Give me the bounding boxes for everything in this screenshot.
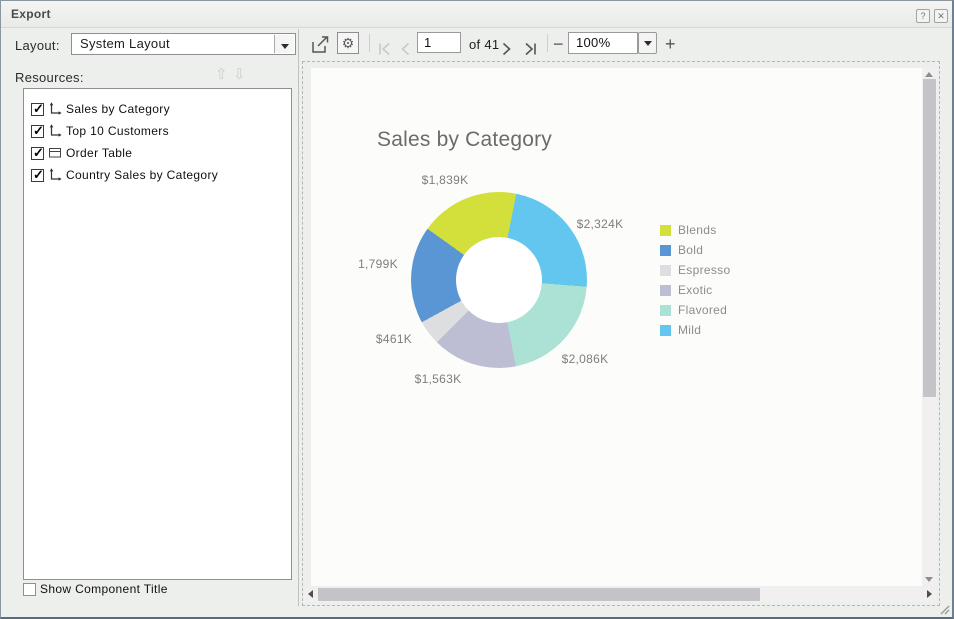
next-page-button[interactable] xyxy=(501,36,513,62)
scroll-left-icon[interactable] xyxy=(308,590,313,598)
title-bar: Export ? ✕ xyxy=(1,1,952,28)
list-item-country-sales-by-category[interactable]: Country Sales by Category xyxy=(24,164,291,186)
legend-label: Bold xyxy=(678,243,703,257)
move-down-icon[interactable]: ⇩ xyxy=(233,65,246,83)
legend-swatch xyxy=(660,285,671,296)
settings-button[interactable]: ⚙ xyxy=(337,32,359,54)
report-page: Sales by Category $1,839K 1,799K $461K $… xyxy=(311,68,922,586)
last-page-icon xyxy=(523,42,538,56)
chevron-left-icon xyxy=(399,42,411,56)
chart-axes-icon xyxy=(48,124,62,138)
resources-label: Resources: xyxy=(15,70,84,85)
legend-item-flavored: Flavored xyxy=(660,300,730,320)
show-component-title-row[interactable]: Show Component Title xyxy=(23,582,168,596)
legend-label: Exotic xyxy=(678,283,712,297)
legend-swatch xyxy=(660,225,671,236)
move-up-icon[interactable]: ⇧ xyxy=(215,65,228,83)
page-count-label: of 41 xyxy=(469,37,499,52)
previous-page-button[interactable] xyxy=(399,36,411,62)
zoom-in-button[interactable]: + xyxy=(665,31,676,57)
legend-item-blends: Blends xyxy=(660,220,730,240)
resize-grip-icon[interactable] xyxy=(939,604,950,615)
slice-label-bold: 1,799K xyxy=(358,257,398,271)
chevron-down-icon xyxy=(281,44,289,49)
vertical-scrollbar-thumb[interactable] xyxy=(923,79,936,397)
legend-item-espresso: Espresso xyxy=(660,260,730,280)
chevron-right-icon xyxy=(501,42,513,56)
slice-label-exotic: $1,563K xyxy=(415,372,462,386)
legend-swatch xyxy=(660,325,671,336)
donut-chart xyxy=(411,192,587,368)
chart-axes-icon xyxy=(48,168,62,182)
slice-label-espresso: $461K xyxy=(376,332,412,346)
checkbox[interactable] xyxy=(31,103,44,116)
chart-axes-icon xyxy=(48,102,62,116)
export-icon xyxy=(309,34,333,56)
preview-toolbar: ⚙ of 41 − xyxy=(302,29,944,59)
panel-divider xyxy=(298,29,299,606)
slice-label-flavored: $2,086K xyxy=(562,352,609,366)
legend-swatch xyxy=(660,265,671,276)
layout-dropdown-button[interactable] xyxy=(274,35,294,53)
zoom-level-value: 100% xyxy=(576,35,610,50)
checkbox[interactable] xyxy=(31,147,44,160)
slice-label-blends: $1,839K xyxy=(422,173,469,187)
layout-label: Layout: xyxy=(15,38,60,53)
legend-label: Flavored xyxy=(678,303,727,317)
last-page-button[interactable] xyxy=(523,36,538,62)
list-item-order-table[interactable]: Order Table xyxy=(24,142,291,164)
scroll-right-icon[interactable] xyxy=(927,590,932,598)
page-number-input[interactable] xyxy=(417,32,461,53)
preview-pane: Sales by Category $1,839K 1,799K $461K $… xyxy=(302,61,940,606)
dialog-title: Export xyxy=(11,7,51,21)
legend-swatch xyxy=(660,245,671,256)
list-item-top-10-customers[interactable]: Top 10 Customers xyxy=(24,120,291,142)
zoom-level-field[interactable]: 100% xyxy=(568,32,638,54)
export-button[interactable] xyxy=(309,32,333,58)
scroll-up-icon[interactable] xyxy=(925,72,933,77)
slice-label-mild: $2,324K xyxy=(577,217,624,231)
first-page-button[interactable] xyxy=(377,36,392,62)
close-button[interactable]: ✕ xyxy=(934,9,948,23)
legend-label: Blends xyxy=(678,223,717,237)
chart-legend: Blends Bold Espresso Exotic Flavored xyxy=(660,220,730,340)
zoom-dropdown-button[interactable] xyxy=(638,32,657,54)
chart-title: Sales by Category xyxy=(377,128,552,152)
horizontal-scrollbar[interactable] xyxy=(304,587,936,602)
export-dialog: Export ? ✕ Layout: System Layout Resourc… xyxy=(0,0,954,619)
first-page-icon xyxy=(377,42,392,56)
horizontal-scrollbar-thumb[interactable] xyxy=(318,588,760,601)
gear-icon: ⚙ xyxy=(342,35,355,51)
legend-item-mild: Mild xyxy=(660,320,730,340)
legend-swatch xyxy=(660,305,671,316)
legend-item-exotic: Exotic xyxy=(660,280,730,300)
scroll-down-icon[interactable] xyxy=(925,577,933,582)
resources-list: Sales by Category Top 10 Customers Order… xyxy=(23,88,292,580)
layout-dropdown-value: System Layout xyxy=(80,36,170,51)
checkbox[interactable] xyxy=(31,125,44,138)
legend-label: Espresso xyxy=(678,263,730,277)
list-item-label: Sales by Category xyxy=(66,102,170,116)
toolbar-separator xyxy=(369,34,370,52)
show-component-title-checkbox[interactable] xyxy=(23,583,36,596)
zoom-out-button[interactable]: − xyxy=(553,31,564,57)
vertical-scrollbar[interactable] xyxy=(922,68,937,586)
layout-dropdown[interactable]: System Layout xyxy=(71,33,296,55)
donut-hole xyxy=(456,237,542,323)
checkbox[interactable] xyxy=(31,169,44,182)
list-item-label: Top 10 Customers xyxy=(66,124,169,138)
list-item-label: Country Sales by Category xyxy=(66,168,218,182)
list-item-sales-by-category[interactable]: Sales by Category xyxy=(24,98,291,120)
toolbar-separator xyxy=(547,34,548,52)
table-icon xyxy=(48,146,62,160)
chevron-down-icon xyxy=(644,41,652,46)
legend-item-bold: Bold xyxy=(660,240,730,260)
show-component-title-label: Show Component Title xyxy=(40,582,168,596)
legend-label: Mild xyxy=(678,323,701,337)
help-button[interactable]: ? xyxy=(916,9,930,23)
list-item-label: Order Table xyxy=(66,146,132,160)
